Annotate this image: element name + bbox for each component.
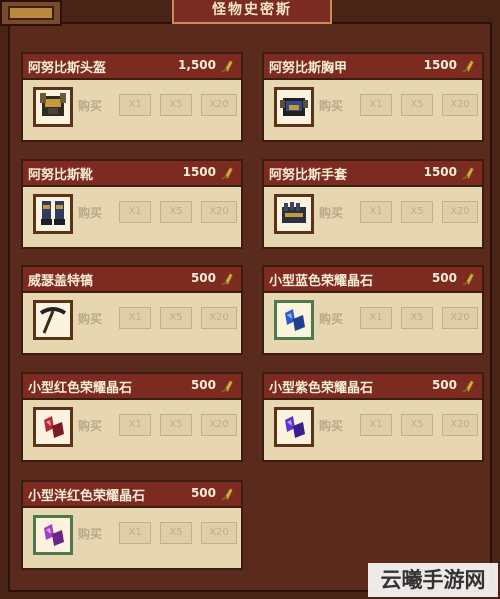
coin-icon (221, 379, 234, 393)
shop-item-card[interactable]: 阿努比斯胸甲 1500 购买 X1 X5 X20 (262, 52, 484, 142)
buy-x20-button[interactable]: X20 (201, 94, 237, 116)
buy-x5-button[interactable]: X5 (160, 414, 192, 436)
buy-label: 购买 (78, 99, 103, 113)
item-price: 500 (431, 271, 457, 285)
shop-frame: 怪物史密斯 阿努比斯头盔 1,500 购买 X1 X5 X20 阿努比斯胸甲 1… (0, 0, 500, 599)
buy-label: 购买 (319, 99, 344, 113)
site-watermark: 云曦手游网 (368, 563, 498, 597)
buy-x20-button[interactable]: X20 (442, 201, 478, 223)
item-price: 1500 (423, 58, 457, 72)
item-name: 威瑟盖特镐 (28, 274, 94, 289)
purple-crystal-icon[interactable] (274, 407, 314, 447)
item-name: 阿努比斯胸甲 (269, 61, 348, 76)
item-price: 1500 (423, 165, 457, 179)
coin-icon (462, 166, 475, 180)
helmet-icon[interactable] (33, 87, 73, 127)
shop-item-card[interactable]: 小型洋红色荣耀晶石 500 购买 X1 X5 X20 (21, 480, 243, 570)
pickaxe-icon[interactable] (33, 300, 73, 340)
boots-icon[interactable] (33, 194, 73, 234)
item-name: 阿努比斯靴 (28, 168, 94, 183)
item-price: 500 (190, 271, 216, 285)
shop-item-card[interactable]: 小型蓝色荣耀晶石 500 购买 X1 X5 X20 (262, 265, 484, 355)
item-price: 500 (190, 378, 216, 392)
buy-label: 购买 (319, 206, 344, 220)
buy-x1-button[interactable]: X1 (360, 94, 392, 116)
coin-icon (221, 487, 234, 501)
item-header: 阿努比斯靴 1500 (23, 161, 241, 187)
shop-item-card[interactable]: 小型红色荣耀晶石 500 购买 X1 X5 X20 (21, 372, 243, 462)
buy-x20-button[interactable]: X20 (442, 414, 478, 436)
treasure-chest-icon (0, 0, 62, 26)
buy-label: 购买 (78, 419, 103, 433)
coin-icon (221, 272, 234, 286)
blue-crystal-icon[interactable] (274, 300, 314, 340)
item-header: 阿努比斯手套 1500 (264, 161, 482, 187)
item-header: 小型红色荣耀晶石 500 (23, 374, 241, 400)
buy-x1-button[interactable]: X1 (119, 522, 151, 544)
buy-x5-button[interactable]: X5 (160, 522, 192, 544)
buy-x5-button[interactable]: X5 (401, 414, 433, 436)
buy-label: 购买 (319, 312, 344, 326)
item-price: 1500 (182, 165, 216, 179)
buy-x1-button[interactable]: X1 (360, 307, 392, 329)
buy-x5-button[interactable]: X5 (160, 201, 192, 223)
magenta-crystal-icon[interactable] (33, 515, 73, 555)
buy-label: 购买 (319, 419, 344, 433)
item-header: 威瑟盖特镐 500 (23, 267, 241, 293)
shop-item-card[interactable]: 阿努比斯头盔 1,500 购买 X1 X5 X20 (21, 52, 243, 142)
buy-x1-button[interactable]: X1 (119, 414, 151, 436)
item-header: 小型洋红色荣耀晶石 500 (23, 482, 241, 508)
coin-icon (462, 59, 475, 73)
item-price: 1,500 (178, 58, 216, 72)
buy-x5-button[interactable]: X5 (401, 94, 433, 116)
buy-x20-button[interactable]: X20 (201, 522, 237, 544)
buy-x1-button[interactable]: X1 (119, 307, 151, 329)
buy-x20-button[interactable]: X20 (201, 307, 237, 329)
buy-x5-button[interactable]: X5 (160, 307, 192, 329)
buy-x5-button[interactable]: X5 (401, 201, 433, 223)
buy-x20-button[interactable]: X20 (442, 307, 478, 329)
item-header: 阿努比斯胸甲 1500 (264, 54, 482, 80)
chestplate-icon[interactable] (274, 87, 314, 127)
shop-item-card[interactable]: 阿努比斯手套 1500 购买 X1 X5 X20 (262, 159, 484, 249)
item-header: 小型紫色荣耀晶石 500 (264, 374, 482, 400)
coin-icon (462, 379, 475, 393)
gloves-icon[interactable] (274, 194, 314, 234)
buy-x20-button[interactable]: X20 (442, 94, 478, 116)
shop-item-card[interactable]: 威瑟盖特镐 500 购买 X1 X5 X20 (21, 265, 243, 355)
buy-x1-button[interactable]: X1 (360, 201, 392, 223)
item-name: 阿努比斯头盔 (28, 61, 107, 76)
item-price: 500 (190, 486, 216, 500)
item-price: 500 (431, 378, 457, 392)
shop-item-card[interactable]: 小型紫色荣耀晶石 500 购买 X1 X5 X20 (262, 372, 484, 462)
coin-icon (221, 59, 234, 73)
item-name: 小型蓝色荣耀晶石 (269, 274, 374, 289)
buy-x5-button[interactable]: X5 (160, 94, 192, 116)
buy-x20-button[interactable]: X20 (201, 201, 237, 223)
item-name: 小型红色荣耀晶石 (28, 381, 133, 396)
item-header: 阿努比斯头盔 1,500 (23, 54, 241, 80)
red-crystal-icon[interactable] (33, 407, 73, 447)
shop-title: 怪物史密斯 (172, 0, 332, 24)
shop-item-card[interactable]: 阿努比斯靴 1500 购买 X1 X5 X20 (21, 159, 243, 249)
buy-label: 购买 (78, 527, 103, 541)
buy-x1-button[interactable]: X1 (119, 94, 151, 116)
buy-x1-button[interactable]: X1 (360, 414, 392, 436)
item-name: 小型紫色荣耀晶石 (269, 381, 374, 396)
item-name: 阿努比斯手套 (269, 168, 348, 183)
item-name: 小型洋红色荣耀晶石 (28, 489, 146, 504)
buy-label: 购买 (78, 206, 103, 220)
buy-x20-button[interactable]: X20 (201, 414, 237, 436)
buy-x1-button[interactable]: X1 (119, 201, 151, 223)
buy-label: 购买 (78, 312, 103, 326)
item-header: 小型蓝色荣耀晶石 500 (264, 267, 482, 293)
coin-icon (221, 166, 234, 180)
coin-icon (462, 272, 475, 286)
buy-x5-button[interactable]: X5 (401, 307, 433, 329)
